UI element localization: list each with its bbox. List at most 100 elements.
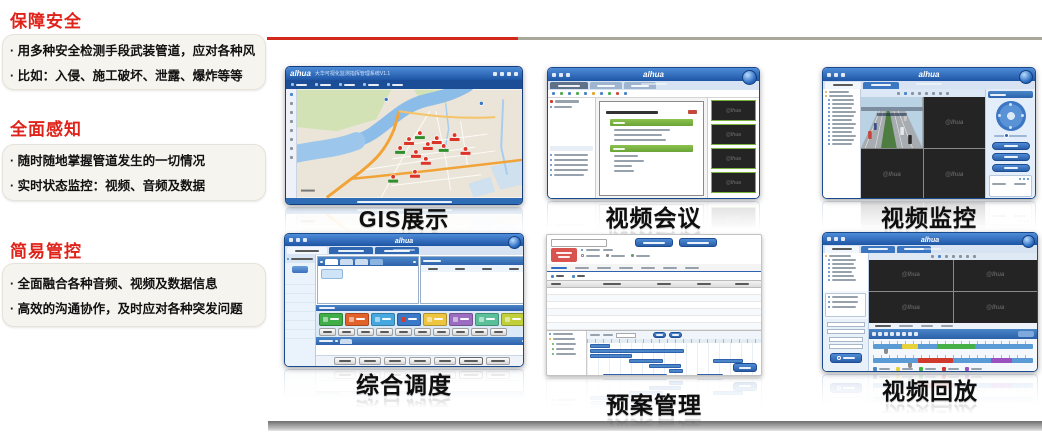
end-time-input[interactable] bbox=[829, 344, 863, 349]
mini-button[interactable] bbox=[357, 328, 374, 336]
video-cell[interactable]: @lhua bbox=[861, 149, 923, 199]
mini-button[interactable] bbox=[338, 328, 355, 336]
video-thumbnail[interactable]: @lhua bbox=[711, 148, 756, 169]
list-row[interactable] bbox=[550, 154, 593, 156]
more-button[interactable] bbox=[501, 313, 524, 326]
search-input[interactable] bbox=[551, 239, 607, 247]
prev-frame-button[interactable] bbox=[890, 332, 894, 336]
transfer-button[interactable] bbox=[475, 313, 499, 326]
mini-button[interactable] bbox=[376, 328, 393, 336]
table-row[interactable] bbox=[547, 302, 761, 309]
conference-toolbar[interactable] bbox=[548, 90, 759, 98]
broadcast-button[interactable] bbox=[397, 313, 421, 326]
call-button[interactable] bbox=[319, 313, 343, 326]
menu-item[interactable] bbox=[315, 83, 331, 86]
gantt-bar[interactable] bbox=[603, 374, 667, 376]
preset-panel[interactable] bbox=[989, 175, 1032, 197]
group-call-button[interactable] bbox=[423, 313, 447, 326]
checkbox-filters[interactable] bbox=[581, 254, 757, 257]
list-row[interactable] bbox=[550, 164, 593, 166]
menu-item[interactable] bbox=[387, 83, 403, 86]
video-cell[interactable]: @lhua bbox=[954, 292, 1038, 323]
globe-icon[interactable] bbox=[742, 70, 757, 85]
next-frame-button[interactable] bbox=[896, 332, 900, 336]
playback-view-toolbar[interactable] bbox=[869, 253, 1037, 260]
gis-menubar[interactable] bbox=[286, 80, 522, 89]
video-button[interactable] bbox=[371, 313, 395, 326]
playback-device-tree[interactable] bbox=[823, 253, 868, 291]
bottom-button[interactable] bbox=[359, 357, 381, 365]
video-toolbar[interactable] bbox=[861, 89, 985, 97]
ptz-button[interactable] bbox=[992, 142, 1030, 150]
menu-item[interactable] bbox=[291, 83, 307, 86]
globe-icon[interactable] bbox=[1019, 70, 1033, 84]
gis-map[interactable] bbox=[297, 89, 522, 198]
video-thumbnail[interactable]: @lhua bbox=[711, 124, 756, 145]
timeline-track-2[interactable] bbox=[873, 358, 1033, 363]
plan-action-buttons[interactable] bbox=[547, 272, 761, 280]
timeline-track-1[interactable] bbox=[873, 344, 1033, 349]
globe-icon[interactable] bbox=[1022, 235, 1035, 248]
bottom-button[interactable] bbox=[334, 357, 356, 365]
table-row[interactable] bbox=[547, 316, 761, 323]
session-chip[interactable] bbox=[321, 269, 343, 279]
mini-button[interactable] bbox=[452, 328, 469, 336]
mini-button[interactable] bbox=[471, 328, 488, 336]
menu-item[interactable] bbox=[363, 83, 379, 86]
gantt-bar[interactable] bbox=[590, 354, 632, 358]
video-thumbnail[interactable]: @lhua bbox=[711, 100, 756, 121]
start-time-input[interactable] bbox=[827, 329, 865, 334]
gantt-bar[interactable] bbox=[590, 344, 610, 348]
ptz-button[interactable] bbox=[992, 164, 1030, 172]
pause-button[interactable] bbox=[878, 332, 882, 336]
start-date-input[interactable] bbox=[827, 322, 865, 327]
mini-button[interactable] bbox=[395, 328, 412, 336]
list-row[interactable] bbox=[550, 174, 593, 176]
roster-row[interactable] bbox=[550, 106, 593, 108]
gantt-bar[interactable] bbox=[669, 369, 683, 373]
gantt-bar[interactable] bbox=[697, 374, 723, 376]
timeline-cursor[interactable] bbox=[884, 349, 888, 354]
gis-titlebar-icons[interactable] bbox=[493, 72, 518, 76]
session-tabstrip[interactable] bbox=[318, 257, 418, 266]
bottom-button[interactable] bbox=[486, 357, 510, 365]
channel-list[interactable] bbox=[825, 293, 866, 317]
mini-button[interactable] bbox=[319, 328, 336, 336]
video-cell[interactable]: @lhua bbox=[869, 292, 953, 323]
bottom-button[interactable] bbox=[434, 357, 456, 365]
list-row[interactable] bbox=[550, 159, 593, 161]
hangup-button[interactable] bbox=[345, 313, 369, 326]
video-cell[interactable]: @lhua bbox=[924, 97, 986, 148]
mini-button[interactable] bbox=[490, 328, 507, 336]
gis-map-toolbar[interactable] bbox=[286, 89, 297, 198]
new-plan-button[interactable] bbox=[679, 238, 717, 247]
monitor-device-tree[interactable] bbox=[823, 89, 861, 199]
globe-icon[interactable] bbox=[508, 236, 521, 249]
table-row[interactable] bbox=[547, 295, 761, 302]
table-row[interactable] bbox=[547, 288, 761, 295]
snapshot-button[interactable] bbox=[914, 332, 918, 336]
contact-row[interactable] bbox=[285, 263, 315, 276]
bottom-button[interactable] bbox=[384, 357, 406, 365]
plan-tabs[interactable] bbox=[547, 264, 761, 272]
slow-button[interactable] bbox=[902, 332, 906, 336]
end-date-input[interactable] bbox=[829, 337, 863, 342]
table-row[interactable] bbox=[547, 323, 761, 330]
gantt-bar[interactable] bbox=[590, 349, 684, 353]
bottom-button[interactable] bbox=[409, 357, 431, 365]
ptz-direction-pad[interactable] bbox=[996, 101, 1026, 131]
save-button[interactable] bbox=[733, 363, 757, 372]
video-cell[interactable]: @lhua bbox=[954, 260, 1038, 291]
video-thumbnail[interactable]: @lhua bbox=[711, 172, 756, 193]
mini-button[interactable] bbox=[433, 328, 450, 336]
menu-item[interactable] bbox=[339, 83, 355, 86]
bottom-button[interactable] bbox=[459, 357, 483, 365]
table-row[interactable] bbox=[547, 309, 761, 316]
download-button[interactable] bbox=[1018, 331, 1034, 337]
query-button[interactable] bbox=[635, 238, 673, 247]
fast-button[interactable] bbox=[908, 332, 912, 336]
gantt-bar[interactable] bbox=[629, 359, 663, 363]
lower-panel-header[interactable] bbox=[316, 337, 524, 345]
mini-button[interactable] bbox=[414, 328, 431, 336]
search-button[interactable] bbox=[830, 353, 862, 363]
